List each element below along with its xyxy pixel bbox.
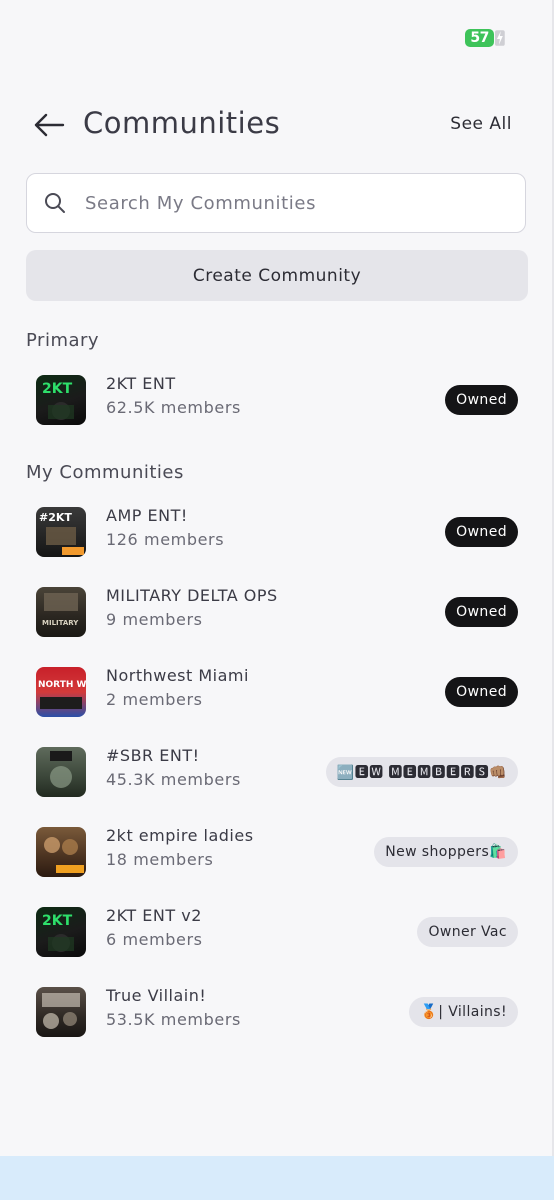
charging-bolt-icon <box>495 30 505 46</box>
page-title: Communities <box>83 106 281 140</box>
community-row-amp-ent[interactable]: #2KT AMP ENT! 126 members Owned <box>0 500 554 564</box>
community-member-count: 45.3K members <box>106 770 241 789</box>
community-name: MILITARY DELTA OPS <box>106 586 278 605</box>
see-all-link[interactable]: See All <box>450 114 512 134</box>
svg-text:2KT: 2KT <box>42 381 73 397</box>
status-bar: 57 <box>0 0 554 60</box>
search-icon <box>45 193 65 213</box>
community-avatar <box>36 747 86 797</box>
community-avatar: NORTH WEST <box>36 667 86 717</box>
svg-text:MILITARY: MILITARY <box>42 619 79 627</box>
community-avatar <box>36 987 86 1037</box>
community-avatar-art: NORTH WEST <box>38 680 86 709</box>
role-badge: New shoppers🛍️ <box>374 837 518 867</box>
community-avatar: #2KT <box>36 507 86 557</box>
search-box[interactable] <box>26 173 526 233</box>
section-title-primary: Primary <box>26 330 100 351</box>
community-avatar: 2KT <box>36 907 86 957</box>
community-row-sbr-ent[interactable]: #SBR ENT! 45.3K members 🆕🅴🆆 🅼🅴🅼🅱🅴🆁🆂👊🏽 <box>0 740 554 804</box>
community-name: AMP ENT! <box>106 506 188 525</box>
owned-badge: Owned <box>445 597 518 627</box>
header: Communities See All <box>0 100 554 150</box>
community-member-count: 18 members <box>106 850 214 869</box>
community-avatar-art <box>50 751 72 788</box>
community-avatar <box>36 827 86 877</box>
community-avatar-art: #2KT <box>39 511 84 555</box>
svg-text:2KT: 2KT <box>42 913 73 929</box>
community-row-2kt-ent-v2[interactable]: 2KT 2KT ENT v2 6 members Owner Vac <box>0 900 554 964</box>
role-badge: 🥉| Villains! <box>409 997 518 1027</box>
community-row-2kt-ent[interactable]: 2KT 2KT ENT 62.5K members Owned <box>0 368 554 432</box>
owned-badge: Owned <box>445 517 518 547</box>
community-name: #SBR ENT! <box>106 746 200 765</box>
search-input[interactable] <box>83 191 487 215</box>
community-member-count: 126 members <box>106 530 225 549</box>
community-member-count: 9 members <box>106 610 203 629</box>
battery-level: 57 <box>465 29 495 47</box>
bottom-bar <box>0 1156 554 1200</box>
community-member-count: 2 members <box>106 690 203 709</box>
community-name: 2kt empire ladies <box>106 826 254 845</box>
back-arrow-icon[interactable] <box>33 110 65 140</box>
community-avatar-art: 2KT <box>42 913 74 952</box>
community-member-count: 62.5K members <box>106 398 241 417</box>
community-avatar-art: 2KT <box>42 381 74 420</box>
community-name: 2KT ENT v2 <box>106 906 202 925</box>
create-community-button[interactable]: Create Community <box>26 250 528 301</box>
community-row-northwest-miami[interactable]: NORTH WEST Northwest Miami 2 members Own… <box>0 660 554 724</box>
community-member-count: 53.5K members <box>106 1010 241 1029</box>
community-avatar: 2KT <box>36 375 86 425</box>
role-badge: Owner Vac <box>417 917 518 947</box>
section-title-my-communities: My Communities <box>26 462 184 483</box>
community-name: Northwest Miami <box>106 666 249 685</box>
role-badge: 🆕🅴🆆 🅼🅴🅼🅱🅴🆁🆂👊🏽 <box>325 757 518 787</box>
svg-text:NORTH WEST: NORTH WEST <box>38 680 86 690</box>
community-member-count: 6 members <box>106 930 203 949</box>
community-name: True Villain! <box>106 986 207 1005</box>
community-row-true-villain[interactable]: True Villain! 53.5K members 🥉| Villains! <box>0 980 554 1044</box>
community-row-2kt-empire-ladies[interactable]: 2kt empire ladies 18 members New shopper… <box>0 820 554 884</box>
community-avatar-art <box>42 993 80 1029</box>
community-avatar-art <box>44 837 84 873</box>
owned-badge: Owned <box>445 677 518 707</box>
battery-indicator: 57 <box>465 28 505 48</box>
community-name: 2KT ENT <box>106 374 176 393</box>
community-avatar-art: MILITARY <box>42 593 79 627</box>
owned-badge: Owned <box>445 385 518 415</box>
svg-text:#2KT: #2KT <box>39 511 72 524</box>
community-avatar: MILITARY <box>36 587 86 637</box>
community-row-military-delta-ops[interactable]: MILITARY MILITARY DELTA OPS 9 members Ow… <box>0 580 554 644</box>
